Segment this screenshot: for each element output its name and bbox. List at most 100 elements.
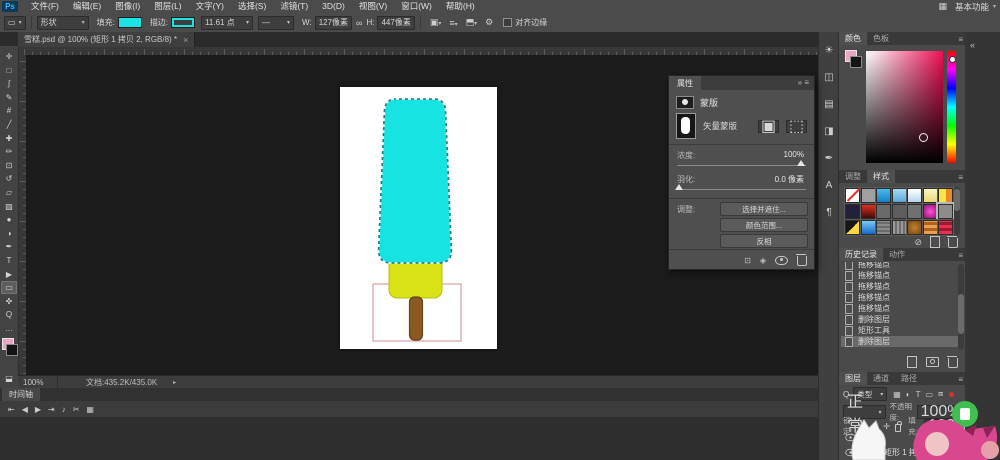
style-swatch-8[interactable] [861, 204, 876, 219]
tab-timeline[interactable]: 时间轴 [2, 388, 40, 401]
style-swatch-5[interactable] [923, 188, 938, 203]
style-swatch-10[interactable] [892, 204, 907, 219]
character-panel-icon[interactable]: A [819, 177, 839, 193]
density-slider[interactable] [677, 165, 806, 166]
refine-button-0[interactable]: 选择并遮住... [720, 202, 808, 216]
history-state-0[interactable]: 拖移锚点 [841, 262, 958, 270]
load-selection-icon[interactable]: ⊡ [744, 256, 751, 265]
collapse-panels-icon[interactable]: « [970, 40, 975, 50]
stroke-color-swatch[interactable] [171, 17, 195, 28]
delete-state-icon[interactable] [948, 358, 958, 368]
pen-tool[interactable]: ✒ [1, 240, 17, 253]
vector-mask-thumbnail[interactable] [676, 113, 696, 139]
menu-item-0[interactable]: 文件(F) [24, 0, 66, 13]
style-swatch-15[interactable] [861, 220, 876, 235]
hue-slider[interactable] [947, 51, 956, 163]
menu-item-10[interactable]: 帮助(H) [439, 0, 482, 13]
hand-tool[interactable]: ✜ [1, 295, 17, 308]
rectangle-tool[interactable]: ▭ [1, 281, 17, 294]
menu-item-9[interactable]: 窗口(W) [394, 0, 439, 13]
menu-item-3[interactable]: 图层(L) [147, 0, 188, 13]
history-state-5[interactable]: 删除图层 [841, 314, 958, 325]
gradient-tool[interactable]: ▨ [1, 200, 17, 213]
menu-item-4[interactable]: 文字(Y) [189, 0, 231, 13]
history-state-2[interactable]: 拖移锚点 [841, 281, 958, 292]
menu-item-7[interactable]: 3D(D) [315, 0, 352, 13]
fill-color-swatch[interactable] [118, 17, 142, 28]
background-color-swatch[interactable] [850, 56, 862, 68]
history-scrollbar[interactable] [958, 294, 964, 334]
history-state-7[interactable]: 删除图层 [841, 336, 958, 347]
artboard[interactable] [340, 87, 497, 349]
new-document-from-state-icon[interactable] [907, 356, 917, 368]
status-options-arrow-icon[interactable]: ▸ [173, 379, 176, 386]
history-state-3[interactable]: 拖移锚点 [841, 292, 958, 303]
panel-menu-icon[interactable]: ≡ [958, 375, 963, 384]
properties-panel-header[interactable]: 属性 » ≡ [669, 76, 814, 90]
saturation-brightness-field[interactable] [866, 51, 943, 163]
tab-color-0[interactable]: 颜色 [839, 32, 867, 45]
tab-color-1[interactable]: 色板 [867, 32, 895, 45]
delete-mask-icon[interactable] [797, 256, 807, 266]
add-pixel-mask-icon[interactable]: ▣ [758, 120, 779, 133]
delete-style-icon[interactable] [948, 238, 958, 248]
panel-menu-icon[interactable]: ≡ [958, 35, 963, 44]
tool-mode-select[interactable]: 形状 ▾ [37, 16, 89, 30]
stroke-type-select[interactable]: — ▾ [258, 16, 294, 30]
style-swatch-12[interactable] [923, 204, 938, 219]
tool-preset-picker[interactable]: ▭▾ [4, 16, 26, 30]
screen-mode-button[interactable]: ⬓ [1, 372, 17, 385]
menu-item-2[interactable]: 图像(I) [108, 0, 147, 13]
lasso-tool[interactable]: ʃ [1, 77, 17, 90]
style-swatch-4[interactable] [907, 188, 922, 203]
split-clip-button[interactable]: ✂ [73, 405, 80, 414]
audio-toggle-button[interactable]: ♪ [62, 405, 66, 414]
path-operations-icon[interactable]: ▣▾ [426, 17, 446, 28]
align-edges-checkbox[interactable] [503, 18, 512, 27]
style-swatch-14[interactable] [845, 220, 860, 235]
refine-button-1[interactable]: 颜色范围... [720, 218, 808, 232]
history-state-4[interactable]: 拖移锚点 [841, 303, 958, 314]
blur-tool[interactable]: ● [1, 213, 17, 226]
hue-cursor[interactable] [949, 56, 956, 63]
style-swatch-9[interactable] [876, 204, 891, 219]
filter-toggle-icon[interactable] [949, 392, 954, 397]
adjustments-panel-icon[interactable]: ☀ [819, 42, 839, 58]
style-swatch-20[interactable] [938, 220, 953, 235]
style-swatch-19[interactable] [923, 220, 938, 235]
feather-slider[interactable] [677, 189, 806, 190]
color-cursor[interactable] [919, 133, 928, 142]
more-tools[interactable]: … [1, 322, 17, 335]
style-swatch-18[interactable] [907, 220, 922, 235]
tab-layers-1[interactable]: 通道 [867, 372, 895, 385]
eraser-tool[interactable]: ▱ [1, 186, 17, 199]
history-state-1[interactable]: 拖移锚点 [841, 270, 958, 281]
play-button[interactable]: ▶ [35, 405, 41, 414]
style-swatch-3[interactable] [892, 188, 907, 203]
mask-visibility-icon[interactable] [775, 256, 788, 265]
libraries-panel-icon[interactable]: ◫ [819, 69, 839, 85]
background-color-swatch[interactable] [6, 344, 18, 356]
crop-tool[interactable]: # [1, 104, 17, 117]
timeline-track-area[interactable] [0, 417, 818, 460]
shape-width-input[interactable]: 127像素 [315, 16, 352, 30]
document-tab[interactable]: 雪糕.psd @ 100% (矩形 1 拷贝 2, RGB/8) * × [18, 32, 195, 47]
style-swatch-11[interactable] [907, 204, 922, 219]
previous-frame-button[interactable]: ◀ [22, 405, 28, 414]
style-swatch-16[interactable] [876, 220, 891, 235]
tab-history-1[interactable]: 动作 [883, 248, 911, 261]
clone-stamp-tool[interactable]: ⊡ [1, 159, 17, 172]
tab-layers-0[interactable]: 图层 [839, 372, 867, 385]
add-vector-mask-icon[interactable]: ⬚ [786, 120, 807, 133]
panel-menu-icon[interactable]: ≡ [958, 173, 963, 182]
brush-panel-icon[interactable]: ✒ [819, 150, 839, 166]
style-swatch-7[interactable] [845, 204, 860, 219]
timeline-settings-button[interactable]: ▦ [86, 405, 94, 414]
eyedropper-tool[interactable]: ╱ [1, 118, 17, 131]
refine-button-2[interactable]: 反相 [720, 234, 808, 248]
path-alignment-icon[interactable]: ≡▾ [445, 18, 461, 28]
style-swatch-2[interactable] [876, 188, 891, 203]
styles-scrollbar[interactable] [954, 189, 960, 211]
style-swatch-13[interactable] [938, 204, 953, 219]
clear-style-icon[interactable]: ⊘ [914, 237, 922, 248]
